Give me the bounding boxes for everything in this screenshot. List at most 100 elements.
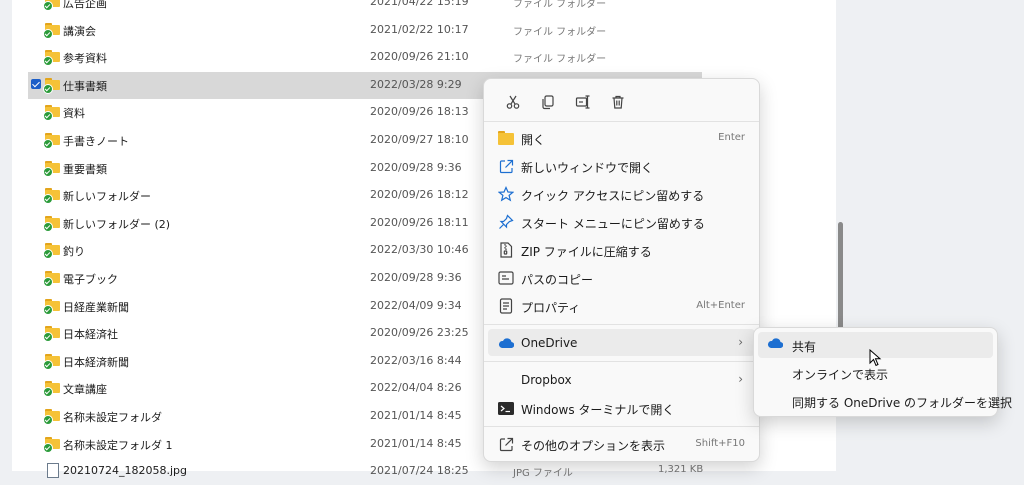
more-options-icon bbox=[498, 436, 514, 452]
onedrive-submenu: 共有 オンラインで表示 同期する OneDrive のフォルダーを選択 bbox=[753, 327, 1012, 417]
menu-item-label: Windows ターミナルで開く bbox=[521, 403, 675, 417]
file-date: 2020/09/28 9:36 bbox=[370, 271, 462, 284]
cut-icon[interactable] bbox=[502, 91, 524, 113]
table-row[interactable]: 参考資料 2020/09/26 21:10 ファイル フォルダー bbox=[28, 44, 702, 71]
menu-item-properties[interactable]: プロパティ Alt+Enter bbox=[488, 292, 755, 319]
file-name: 新しいフォルダー (2) bbox=[63, 217, 171, 231]
file-name: 釣り bbox=[63, 245, 85, 259]
separator bbox=[484, 361, 759, 362]
copy-icon[interactable] bbox=[537, 91, 559, 113]
submenu-item-label: オンラインで表示 bbox=[792, 368, 889, 382]
folder-open-icon bbox=[498, 130, 514, 146]
menu-item-copy-path[interactable]: パスのコピー bbox=[488, 264, 755, 291]
onedrive-icon bbox=[498, 335, 514, 351]
menu-item-open-new-window[interactable]: 新しいウィンドウで開く bbox=[488, 152, 755, 179]
terminal-icon bbox=[498, 400, 514, 416]
file-name: 名称未設定フォルダ 1 bbox=[63, 438, 173, 452]
submenu-item-label: 共有 bbox=[792, 340, 817, 354]
zip-icon bbox=[498, 242, 514, 258]
folder-icon bbox=[43, 353, 60, 370]
menu-item-label: OneDrive bbox=[521, 336, 578, 350]
file-name: 文章講座 bbox=[63, 383, 107, 397]
shortcut-text: Shift+F10 bbox=[695, 438, 745, 449]
file-name: 重要書類 bbox=[63, 162, 107, 176]
chevron-right-icon: › bbox=[738, 372, 743, 386]
context-menu: 開く Enter 新しいウィンドウで開く クイック アクセスにピン留めする スタ… bbox=[483, 78, 760, 462]
file-date: 2020/09/26 18:11 bbox=[370, 215, 469, 229]
file-name: 名称未設定フォルダ bbox=[63, 411, 162, 424]
menu-item-pin-quick-access[interactable]: クイック アクセスにピン留めする bbox=[488, 180, 755, 207]
folder-icon bbox=[43, 436, 60, 453]
open-new-window-icon bbox=[498, 158, 514, 174]
submenu-item-choose-folders[interactable]: 同期する OneDrive のフォルダーを選択 bbox=[758, 388, 1012, 414]
mouse-cursor-icon bbox=[869, 348, 883, 367]
file-name: 日本経済社 bbox=[63, 328, 118, 342]
file-name: 仕事書類 bbox=[63, 79, 107, 93]
shortcut-text: Alt+Enter bbox=[696, 300, 745, 311]
file-date: 2022/04/04 8:26 bbox=[370, 381, 462, 395]
file-date: 2020/09/26 18:13 bbox=[370, 105, 469, 119]
folder-icon bbox=[43, 0, 60, 11]
folder-icon bbox=[43, 215, 60, 232]
scrollbar-thumb[interactable] bbox=[838, 222, 843, 330]
separator bbox=[484, 426, 759, 427]
folder-icon bbox=[43, 271, 60, 287]
folder-icon bbox=[43, 298, 60, 315]
copy-path-icon bbox=[498, 270, 514, 286]
table-row[interactable]: 20210724_182058.jpg 2021/07/24 18:25 JPG フ… bbox=[28, 458, 704, 485]
file-date: 2021/01/14 8:45 bbox=[370, 409, 462, 422]
file-name: 広告企画 bbox=[63, 0, 107, 10]
menu-item-label: パスのコピー bbox=[521, 273, 594, 287]
file-date: 2020/09/27 18:10 bbox=[370, 133, 469, 146]
file-date: 2020/09/26 23:25 bbox=[370, 326, 469, 340]
menu-item-label: プロパティ bbox=[521, 301, 581, 315]
folder-icon bbox=[43, 188, 60, 205]
menu-item-terminal[interactable]: Windows ターミナルで開く bbox=[488, 394, 755, 421]
shortcut-text: Enter bbox=[718, 132, 745, 143]
folder-icon bbox=[43, 77, 60, 94]
file-name: 参考資料 bbox=[63, 52, 107, 66]
table-row[interactable]: 広告企画 2021/04/22 15:19 ファイル フォルダー bbox=[28, 0, 702, 16]
file-date: 2022/03/28 9:29 bbox=[370, 77, 462, 91]
menu-item-label: Dropbox bbox=[521, 373, 572, 387]
file-name: 資料 bbox=[63, 107, 85, 121]
folder-icon bbox=[43, 50, 60, 67]
file-date: 2020/09/26 18:12 bbox=[370, 188, 469, 202]
checkbox[interactable] bbox=[31, 78, 41, 89]
menu-item-zip[interactable]: ZIP ファイルに圧縮する bbox=[488, 236, 755, 263]
menu-item-dropbox[interactable]: Dropbox › bbox=[488, 366, 755, 393]
file-size: 1,321 KB bbox=[658, 464, 704, 476]
menu-item-label: スタート メニューにピン留めする bbox=[521, 217, 705, 231]
menu-item-pin-start[interactable]: スタート メニューにピン留めする bbox=[488, 208, 755, 235]
file-date: 2021/01/14 8:45 bbox=[370, 436, 462, 450]
menu-item-label: 新しいウィンドウで開く bbox=[521, 161, 654, 175]
star-icon bbox=[498, 186, 514, 202]
rename-icon[interactable] bbox=[572, 91, 594, 113]
properties-icon bbox=[498, 298, 514, 314]
submenu-item-label: 同期する OneDrive のフォルダーを選択 bbox=[792, 396, 1013, 410]
folder-icon bbox=[43, 326, 60, 343]
menu-item-label: ZIP ファイルに圧縮する bbox=[521, 245, 652, 259]
file-type: JPG ファイル bbox=[513, 468, 573, 480]
context-menu-toolbar bbox=[492, 87, 732, 115]
file-name: 日経産業新聞 bbox=[63, 300, 129, 314]
delete-icon[interactable] bbox=[607, 91, 629, 113]
file-date: 2022/04/09 9:34 bbox=[370, 298, 462, 312]
file-date: 2021/04/22 15:19 bbox=[370, 0, 469, 8]
onedrive-icon bbox=[767, 338, 784, 352]
menu-item-label: クイック アクセスにピン留めする bbox=[521, 189, 705, 203]
folder-icon bbox=[43, 381, 60, 398]
chevron-right-icon: › bbox=[738, 335, 743, 349]
folder-icon bbox=[43, 409, 60, 425]
menu-item-onedrive[interactable]: OneDrive › bbox=[488, 329, 755, 356]
table-row[interactable]: 講演会 2021/02/22 10:17 ファイル フォルダー bbox=[28, 17, 702, 44]
folder-icon bbox=[43, 133, 60, 149]
separator bbox=[484, 121, 759, 122]
file-date: 2022/03/16 8:44 bbox=[370, 353, 462, 367]
menu-item-label: その他のオプションを表示 bbox=[521, 439, 666, 453]
menu-item-open[interactable]: 開く Enter bbox=[488, 124, 755, 151]
folder-icon bbox=[43, 105, 60, 122]
separator bbox=[484, 324, 759, 325]
file-name: 手書きノート bbox=[63, 135, 129, 148]
menu-item-more-options[interactable]: その他のオプションを表示 Shift+F10 bbox=[488, 430, 755, 457]
